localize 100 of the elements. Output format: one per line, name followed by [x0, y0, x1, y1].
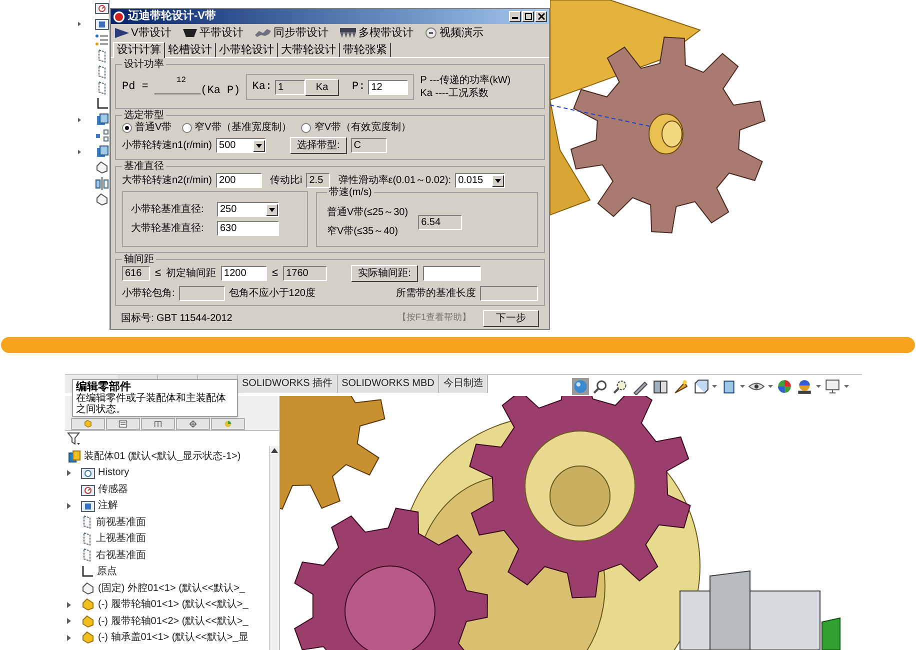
tab[interactable]: SOLIDWORKS MBD: [338, 375, 440, 393]
group-title: 基准直径: [123, 161, 165, 172]
radio-option[interactable]: 窄V带（基准宽度制）: [182, 120, 292, 135]
field-label: 传动比i: [270, 174, 302, 188]
tab[interactable]: 大带轮设计: [278, 43, 340, 57]
toolbar-button[interactable]: 视频演示: [425, 25, 484, 41]
ribbed-block-icon: [340, 28, 356, 38]
less-equal-sign: ≤: [272, 266, 278, 282]
minimize-button[interactable]: [509, 11, 521, 22]
close-button[interactable]: [535, 11, 547, 22]
toolbar-button[interactable]: 同步带设计: [255, 25, 328, 41]
button[interactable]: 下一步: [483, 310, 539, 326]
disc-icon: [425, 27, 438, 39]
toolbar-button[interactable]: V带设计: [115, 25, 172, 41]
expand-arrow-icon[interactable]: [78, 116, 81, 122]
formula-numerator: 12: [175, 77, 188, 85]
expand-arrow-icon[interactable]: [67, 618, 71, 624]
expand-arrow-icon[interactable]: [67, 602, 71, 608]
tab[interactable]: 设计计算: [113, 42, 165, 58]
tab[interactable]: 带轮张紧: [340, 43, 391, 57]
view-sphere-icon[interactable]: [572, 378, 590, 395]
tree-item[interactable]: (-) 履带轮轴01<2> (默认<<默认>_: [98, 614, 248, 629]
plane-icon: [81, 532, 93, 546]
cube-icon: [95, 113, 109, 126]
panel-tab[interactable]: [176, 418, 210, 430]
tree-item[interactable]: (-) 履带轮轴01<1> (默认<<默认>_: [98, 597, 248, 612]
tab[interactable]: SOLIDWORKS 插件: [238, 375, 338, 393]
expand-arrow-icon[interactable]: [67, 502, 71, 509]
toolbar-button[interactable]: 平带设计: [183, 25, 244, 41]
scene-icon[interactable]: [796, 378, 814, 395]
button[interactable]: Ka: [305, 78, 340, 96]
output-field: [178, 286, 225, 301]
tab[interactable]: 轮槽设计: [165, 43, 216, 57]
window-title: 迈迪带轮设计-V带: [128, 10, 216, 23]
toothed-belt-icon: [255, 28, 272, 38]
tree-item[interactable]: 装配体01 (默认<默认_显示状态-1>): [84, 448, 241, 464]
tree-item[interactable]: 注解: [98, 498, 118, 514]
tree-item[interactable]: History: [98, 465, 130, 480]
group-title: 设计功率: [123, 59, 165, 70]
field-label: P:: [352, 80, 366, 95]
cube-icon: [95, 145, 109, 158]
output-field: 616: [122, 266, 150, 281]
dropdown[interactable]: 500: [216, 138, 266, 153]
input-field: 1: [275, 80, 306, 94]
magnifier-icon[interactable]: [592, 378, 610, 395]
output-field: 6.54: [418, 214, 462, 230]
triangle-icon: [115, 28, 129, 38]
radio-option[interactable]: 普通V带: [122, 120, 172, 135]
monitor-icon[interactable]: [824, 378, 842, 395]
part-icon: [83, 419, 93, 429]
zoom-area-icon[interactable]: [612, 378, 630, 395]
annotation-folder-icon: [81, 499, 95, 512]
plane-icon: [96, 80, 108, 94]
panel-tab[interactable]: [141, 418, 175, 430]
radio-option[interactable]: 窄V带（有效宽度制）: [301, 120, 412, 135]
expand-arrow-icon[interactable]: [67, 470, 71, 476]
color-ball-icon[interactable]: [776, 378, 794, 395]
cube-icon[interactable]: [692, 378, 710, 395]
caret-icon[interactable]: [712, 385, 718, 388]
caret-icon[interactable]: [740, 385, 746, 388]
section-view-icon[interactable]: [652, 378, 670, 395]
tree-item[interactable]: 右视基准面: [96, 548, 146, 563]
maximize-icon: [524, 13, 532, 20]
caret-icon[interactable]: [768, 385, 774, 388]
expand-arrow-icon[interactable]: [67, 634, 71, 641]
clock-folder-icon: [81, 466, 95, 480]
tab[interactable]: 小带轮设计: [216, 43, 278, 57]
tree-item[interactable]: 前视基准面: [96, 514, 146, 530]
button[interactable]: 实际轴间距:: [351, 265, 418, 282]
input-field[interactable]: 12: [368, 80, 408, 94]
dropdown[interactable]: 250: [217, 202, 279, 217]
tree-item[interactable]: (-) 轴承盖01<1> (默认<<默认>_显: [98, 630, 248, 646]
scroll-up-icon[interactable]: [271, 448, 278, 453]
tree-item[interactable]: 原点: [97, 564, 117, 580]
lamp-icon[interactable]: [672, 378, 690, 395]
mirror-icon: [95, 177, 109, 190]
tree-item[interactable]: 传感器: [98, 482, 128, 497]
panel-tab[interactable]: [106, 418, 140, 430]
input-field[interactable]: [422, 266, 481, 281]
toolbar-button[interactable]: 多楔带设计: [340, 25, 414, 41]
dropdown[interactable]: 0.015: [455, 173, 506, 188]
input-field[interactable]: 200: [216, 173, 262, 188]
button[interactable]: 选择带型:: [290, 137, 347, 154]
close-icon: [538, 13, 544, 20]
maximize-button[interactable]: [522, 11, 534, 22]
part-icon: [81, 598, 95, 612]
expand-arrow-icon[interactable]: [78, 20, 81, 26]
expand-arrow-icon[interactable]: [78, 148, 81, 154]
tree-item[interactable]: (固定) 外腔01<1> (默认<<默认>_: [98, 580, 245, 596]
caret-icon[interactable]: [816, 385, 822, 388]
field-label: 弹性滑动率ε(0.01～0.02):: [338, 174, 452, 186]
filter-icon[interactable]: [67, 432, 81, 446]
output-field: [480, 286, 538, 301]
input-field[interactable]: 1200: [221, 266, 268, 281]
scrollbar[interactable]: [269, 446, 279, 650]
tab[interactable]: 今日制造: [439, 375, 488, 393]
plane-icon: [96, 48, 108, 62]
caret-icon[interactable]: [844, 385, 850, 388]
tree-item[interactable]: 上视基准面: [96, 531, 146, 546]
input-field[interactable]: 630: [217, 221, 279, 236]
